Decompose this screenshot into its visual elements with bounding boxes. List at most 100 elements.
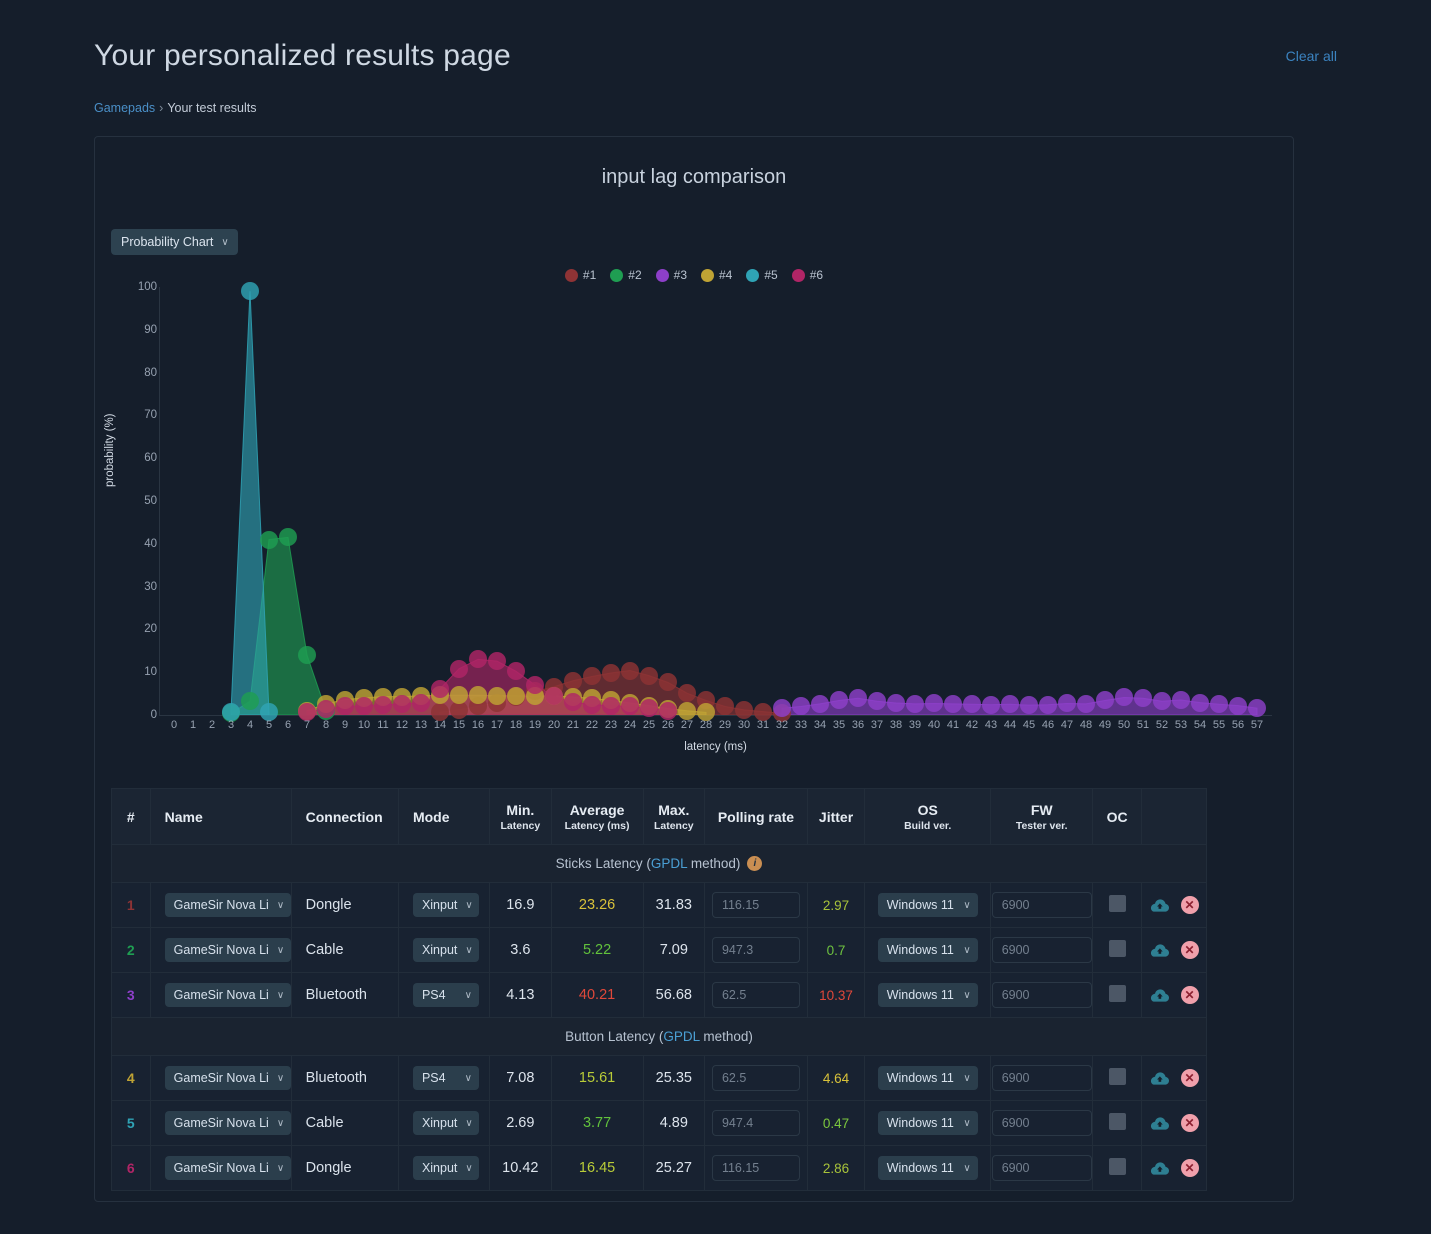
data-point[interactable] xyxy=(1229,696,1247,715)
device-name-dropdown[interactable]: GameSir Nova Li ∨ xyxy=(164,938,291,962)
data-point[interactable] xyxy=(1210,695,1228,714)
breadcrumb-gamepads[interactable]: Gamepads xyxy=(94,101,155,115)
data-point[interactable] xyxy=(1077,694,1095,713)
data-point[interactable] xyxy=(507,686,525,705)
delete-row-button[interactable]: ✕ xyxy=(1180,1159,1199,1177)
cloud-upload-icon[interactable] xyxy=(1150,1071,1169,1086)
data-point[interactable] xyxy=(1096,691,1114,710)
data-point[interactable] xyxy=(564,693,582,712)
data-point[interactable] xyxy=(1134,689,1152,708)
data-point[interactable] xyxy=(1115,688,1133,707)
data-point[interactable] xyxy=(716,697,734,716)
data-point[interactable] xyxy=(1172,691,1190,710)
data-point[interactable] xyxy=(526,676,544,695)
data-point[interactable] xyxy=(355,696,373,715)
data-point[interactable] xyxy=(488,686,506,705)
data-point[interactable] xyxy=(583,695,601,714)
data-point[interactable] xyxy=(792,697,810,716)
data-point[interactable] xyxy=(241,282,259,301)
data-point[interactable] xyxy=(754,702,772,721)
data-point[interactable] xyxy=(469,650,487,669)
os-dropdown[interactable]: Windows 11 ∨ xyxy=(877,938,978,962)
data-point[interactable] xyxy=(336,697,354,716)
clear-all-link[interactable]: Clear all xyxy=(1286,48,1337,64)
polling-rate-input[interactable]: 62.5 xyxy=(711,982,800,1008)
gpdl-method-link[interactable]: GPDL xyxy=(663,1029,699,1044)
data-point[interactable] xyxy=(1058,694,1076,713)
data-point[interactable] xyxy=(488,652,506,671)
fw-version-input[interactable]: 6900 xyxy=(991,937,1092,963)
data-point[interactable] xyxy=(906,694,924,713)
cloud-upload-icon[interactable] xyxy=(1150,943,1169,958)
data-point[interactable] xyxy=(374,695,392,714)
data-point[interactable] xyxy=(678,684,696,703)
data-point[interactable] xyxy=(298,646,316,665)
oc-checkbox[interactable] xyxy=(1108,985,1126,1002)
data-point[interactable] xyxy=(298,702,316,721)
oc-checkbox[interactable] xyxy=(1108,1068,1126,1085)
device-name-dropdown[interactable]: GameSir Nova Li ∨ xyxy=(164,1156,291,1180)
data-point[interactable] xyxy=(1248,699,1266,718)
legend-item-series-4[interactable]: #4 xyxy=(701,268,732,282)
delete-row-button[interactable]: ✕ xyxy=(1180,986,1199,1004)
data-point[interactable] xyxy=(982,695,1000,714)
data-point[interactable] xyxy=(545,687,563,706)
delete-row-button[interactable]: ✕ xyxy=(1180,896,1199,914)
legend-item-series-1[interactable]: #1 xyxy=(564,268,596,282)
device-name-dropdown[interactable]: GameSir Nova Li ∨ xyxy=(164,1066,291,1090)
cloud-upload-icon[interactable] xyxy=(1150,988,1169,1003)
data-point[interactable] xyxy=(1153,692,1171,711)
oc-checkbox[interactable] xyxy=(1108,940,1126,957)
data-point[interactable] xyxy=(887,694,905,713)
fw-version-input[interactable]: 6900 xyxy=(991,1155,1092,1181)
data-point[interactable] xyxy=(450,659,468,678)
mode-dropdown[interactable]: PS4 ∨ xyxy=(412,1066,479,1090)
cloud-upload-icon[interactable] xyxy=(1150,898,1169,913)
data-point[interactable] xyxy=(659,701,677,720)
data-point[interactable] xyxy=(317,700,335,719)
os-dropdown[interactable]: Windows 11 ∨ xyxy=(877,1111,978,1135)
mode-dropdown[interactable]: Xinput ∨ xyxy=(412,938,479,962)
oc-checkbox[interactable] xyxy=(1108,1113,1126,1130)
data-point[interactable] xyxy=(640,699,658,718)
data-point[interactable] xyxy=(659,673,677,692)
legend-item-series-2[interactable]: #2 xyxy=(610,268,642,282)
fw-version-input[interactable]: 6900 xyxy=(991,892,1092,918)
cloud-upload-icon[interactable] xyxy=(1150,1161,1169,1176)
data-point[interactable] xyxy=(944,694,962,713)
data-point[interactable] xyxy=(1039,695,1057,714)
gpdl-method-link[interactable]: GPDL xyxy=(651,856,687,871)
data-point[interactable] xyxy=(222,702,240,721)
oc-checkbox[interactable] xyxy=(1108,1158,1126,1175)
data-point[interactable] xyxy=(241,692,259,711)
os-dropdown[interactable]: Windows 11 ∨ xyxy=(877,1066,978,1090)
mode-dropdown[interactable]: Xinput ∨ xyxy=(412,1156,479,1180)
data-point[interactable] xyxy=(735,700,753,719)
mode-dropdown[interactable]: PS4 ∨ xyxy=(412,983,479,1007)
data-point[interactable] xyxy=(1001,695,1019,714)
fw-version-input[interactable]: 6900 xyxy=(991,982,1092,1008)
data-point[interactable] xyxy=(621,661,639,680)
data-point[interactable] xyxy=(1020,696,1038,715)
os-dropdown[interactable]: Windows 11 ∨ xyxy=(877,983,978,1007)
data-point[interactable] xyxy=(279,528,297,547)
legend-item-series-6[interactable]: #6 xyxy=(791,268,823,282)
data-point[interactable] xyxy=(260,530,278,549)
data-point[interactable] xyxy=(849,689,867,708)
mode-dropdown[interactable]: Xinput ∨ xyxy=(412,1111,479,1135)
polling-rate-input[interactable]: 947.3 xyxy=(711,937,800,963)
data-point[interactable] xyxy=(621,697,639,716)
chart-type-dropdown[interactable]: Probability Chart ∨ xyxy=(111,229,238,255)
legend-item-series-3[interactable]: #3 xyxy=(655,268,687,282)
data-point[interactable] xyxy=(393,694,411,713)
oc-checkbox[interactable] xyxy=(1108,895,1126,912)
data-point[interactable] xyxy=(868,692,886,711)
data-point[interactable] xyxy=(412,693,430,712)
delete-row-button[interactable]: ✕ xyxy=(1180,1069,1199,1087)
polling-rate-input[interactable]: 947.4 xyxy=(711,1110,800,1136)
polling-rate-input[interactable]: 62.5 xyxy=(711,1065,800,1091)
data-point[interactable] xyxy=(925,694,943,713)
polling-rate-input[interactable]: 116.15 xyxy=(711,1155,800,1181)
data-point[interactable] xyxy=(640,666,658,685)
delete-row-button[interactable]: ✕ xyxy=(1180,1114,1199,1132)
